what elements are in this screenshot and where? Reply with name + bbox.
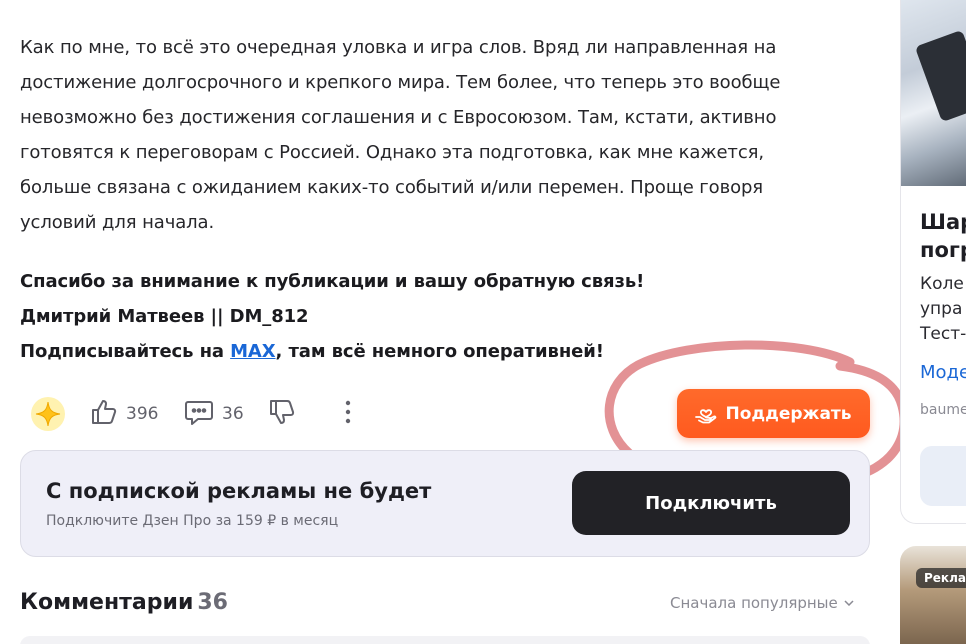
text-line: Как по мне, то всё это очередная уловка … xyxy=(20,37,777,58)
thumbs-up-icon xyxy=(90,398,118,431)
ad-link[interactable]: Моде xyxy=(920,362,966,383)
thumbs-down-icon xyxy=(268,398,296,431)
comment-icon xyxy=(184,398,214,431)
sort-label: Сначала популярные xyxy=(670,594,838,612)
ad-badge: Реклам xyxy=(916,568,966,588)
text-line: достижение долгосрочного и крепкого мира… xyxy=(20,72,781,93)
subscribe-prefix: Подписывайтесь на xyxy=(20,341,231,362)
article-signature: Спасибо за внимание к публикации и вашу … xyxy=(20,264,850,369)
like-count: 396 xyxy=(126,404,159,424)
sparkle-button[interactable] xyxy=(28,392,68,436)
text-line: больше связана с ожиданием каких-то собы… xyxy=(20,177,764,198)
like-button[interactable]: 396 xyxy=(90,392,158,436)
donate-hand-icon xyxy=(695,404,717,424)
sidebar-ad-card-2[interactable]: Реклам xyxy=(900,546,966,644)
ad-image xyxy=(901,0,966,186)
text-line: условий для начала. xyxy=(20,212,215,233)
sidebar-ad-card[interactable]: Шарпогр КолеупраТест- Моде baume xyxy=(900,0,966,524)
max-link[interactable]: MAX xyxy=(230,341,276,362)
support-button[interactable]: Поддержать xyxy=(677,389,870,438)
comments-sort-dropdown[interactable]: Сначала популярные xyxy=(670,594,854,612)
subscribe-suffix: , там всё немного оперативней! xyxy=(275,341,604,362)
author-name: Дмитрий Матвеев || DM_812 xyxy=(20,306,309,327)
text-line: невозможно без достижения соглашения и с… xyxy=(20,107,777,128)
thanks-text: Спасибо за внимание к публикации и вашу … xyxy=(20,271,645,292)
support-label: Поддержать xyxy=(725,403,852,424)
promo-subtitle: Подключите Дзен Про за 159 ₽ в месяц xyxy=(46,513,339,529)
comments-heading: Комментарии 36 xyxy=(20,590,228,615)
ad-domain: baume xyxy=(920,402,966,418)
ad-free-promo: С подпиской рекламы не будет Подключите … xyxy=(20,450,870,557)
subscribe-button[interactable]: Подключить xyxy=(572,471,850,535)
comment-count: 36 xyxy=(222,404,244,424)
ad-title: Шарпогр xyxy=(920,210,966,262)
article-paragraph: Как по мне, то всё это очередная уловка … xyxy=(20,30,850,240)
comments-count: 36 xyxy=(197,590,228,615)
ad-description: Коле упра Тест- xyxy=(920,274,966,344)
ad-cta-button[interactable] xyxy=(920,446,966,506)
subscribe-line: Подписывайтесь на MAX, там всё немного о… xyxy=(20,334,850,369)
article-body: Как по мне, то всё это очередная уловка … xyxy=(20,30,850,369)
comment-input-area[interactable] xyxy=(20,636,870,644)
more-options-button[interactable] xyxy=(338,392,358,436)
more-vertical-icon xyxy=(345,400,351,429)
sparkle-icon xyxy=(31,397,65,431)
text-line: готовятся к переговорам с Россией. Однак… xyxy=(20,142,764,163)
comments-title: Комментарии xyxy=(20,590,194,615)
promo-title: С подпиской рекламы не будет xyxy=(46,479,432,503)
comments-button[interactable]: 36 xyxy=(184,392,244,436)
dislike-button[interactable] xyxy=(268,392,296,436)
chevron-down-icon xyxy=(844,600,854,606)
